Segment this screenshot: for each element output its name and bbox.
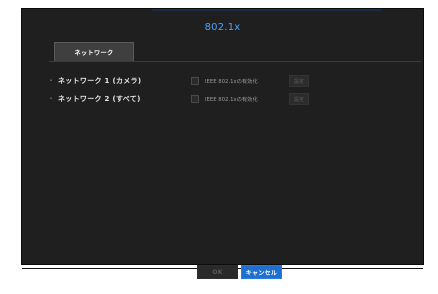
row-network-2: • ネットワーク 2 (すべて) IEEE 802.1xの有効化 設定: [48, 93, 309, 105]
ok-button[interactable]: OK: [197, 265, 238, 279]
enable-8021x-label-1: IEEE 802.1xの有効化: [205, 79, 258, 85]
cancel-button[interactable]: キャンセル: [241, 265, 282, 279]
tab-divider: [49, 61, 421, 62]
dialog-title: 802.1x: [204, 22, 241, 33]
enable-8021x-checkbox-1[interactable]: [191, 77, 199, 85]
row-label-network-1: ネットワーク 1 (カメラ): [58, 77, 142, 85]
row-label-network-2: ネットワーク 2 (すべて): [58, 95, 141, 103]
setting-button-2[interactable]: 設定: [289, 93, 309, 105]
enable-8021x-label-2: IEEE 802.1xの有効化: [205, 97, 258, 103]
dialog-8021x: 802.1x ネットワーク • ネットワーク 1 (カメラ) IEEE 802.…: [21, 8, 424, 269]
row-network-1: • ネットワーク 1 (カメラ) IEEE 802.1xの有効化 設定: [48, 75, 309, 87]
top-accent-bar: [152, 9, 382, 11]
tab-network[interactable]: ネットワーク: [54, 42, 134, 61]
enable-8021x-checkbox-2[interactable]: [191, 95, 199, 103]
setting-button-1[interactable]: 設定: [289, 75, 309, 87]
